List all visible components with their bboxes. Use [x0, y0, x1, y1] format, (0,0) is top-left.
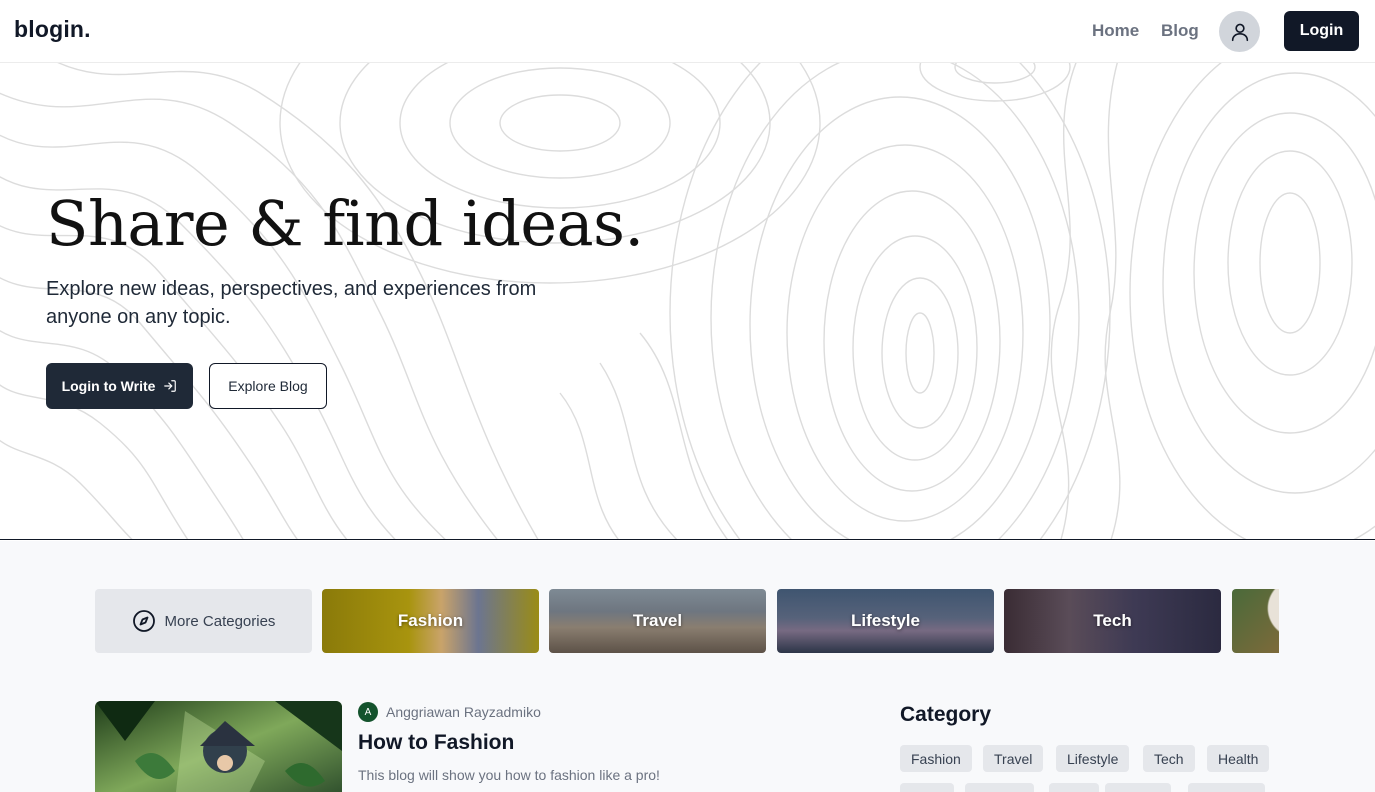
site-logo[interactable]: blogin. — [14, 16, 91, 43]
nav-link-blog[interactable]: Blog — [1161, 21, 1199, 41]
user-avatar-button[interactable] — [1219, 11, 1260, 52]
author-name: Anggriawan Rayzadmiko — [386, 704, 541, 720]
post-title[interactable]: How to Fashion — [358, 731, 514, 755]
category-chip[interactable]: Fashion — [900, 745, 972, 772]
login-button[interactable]: Login — [1284, 11, 1359, 51]
more-categories-label: More Categories — [164, 612, 276, 630]
login-arrow-icon — [164, 380, 177, 392]
nav-link-home[interactable]: Home — [1092, 21, 1139, 41]
category-card-lifestyle[interactable]: Lifestyle — [777, 589, 994, 653]
category-chip[interactable]: Tech — [1143, 745, 1195, 772]
navbar: blogin. Home Blog Login — [0, 0, 1375, 63]
hero-title: Share & find ideas. — [46, 187, 644, 260]
category-card-fashion[interactable]: Fashion — [322, 589, 539, 653]
post-thumbnail[interactable] — [95, 701, 342, 792]
category-card-travel[interactable]: Travel — [549, 589, 766, 653]
user-icon — [1231, 23, 1248, 41]
category-chip[interactable]: Lifestyle — [1056, 745, 1130, 772]
category-card-label: Travel — [632, 611, 683, 630]
category-chip[interactable]: Pets — [1049, 783, 1100, 792]
category-card-tech[interactable]: Tech — [1004, 589, 1221, 653]
category-carousel[interactable]: More Categories Fashion Travel Lifestyle… — [95, 589, 1279, 653]
login-to-write-label: Login to Write — [61, 378, 156, 394]
more-categories-button[interactable]: More Categories — [95, 589, 312, 653]
main-content: More Categories Fashion Travel Lifestyle… — [0, 541, 1375, 792]
post-author[interactable]: A Anggriawan Rayzadmiko — [358, 702, 541, 722]
post-thumbnail-image — [95, 701, 342, 792]
hero-section: Share & find ideas. Explore new ideas, p… — [0, 63, 1375, 540]
login-to-write-button[interactable]: Login to Write — [46, 363, 193, 409]
compass-icon — [132, 610, 155, 632]
category-chip[interactable]: Internet — [965, 783, 1035, 792]
category-chip[interactable]: Food — [900, 783, 954, 792]
category-card-label: Fashion — [397, 611, 464, 630]
category-chip[interactable]: Health — [1207, 745, 1270, 772]
category-card-health[interactable] — [1232, 589, 1279, 653]
category-chip[interactable]: Travel — [983, 745, 1044, 772]
category-chip[interactable]: Beauty — [1105, 783, 1171, 792]
post-description: This blog will show you how to fashion l… — [358, 767, 660, 783]
author-avatar: A — [358, 702, 378, 722]
category-card-label: Lifestyle — [851, 611, 920, 630]
category-sidebar-title: Category — [900, 703, 992, 726]
category-card-label: Tech — [1093, 611, 1132, 630]
hero-subtitle: Explore new ideas, perspectives, and exp… — [46, 278, 537, 328]
category-chip[interactable]: Personal — [1188, 783, 1266, 792]
explore-blog-button[interactable]: Explore Blog — [209, 363, 327, 409]
